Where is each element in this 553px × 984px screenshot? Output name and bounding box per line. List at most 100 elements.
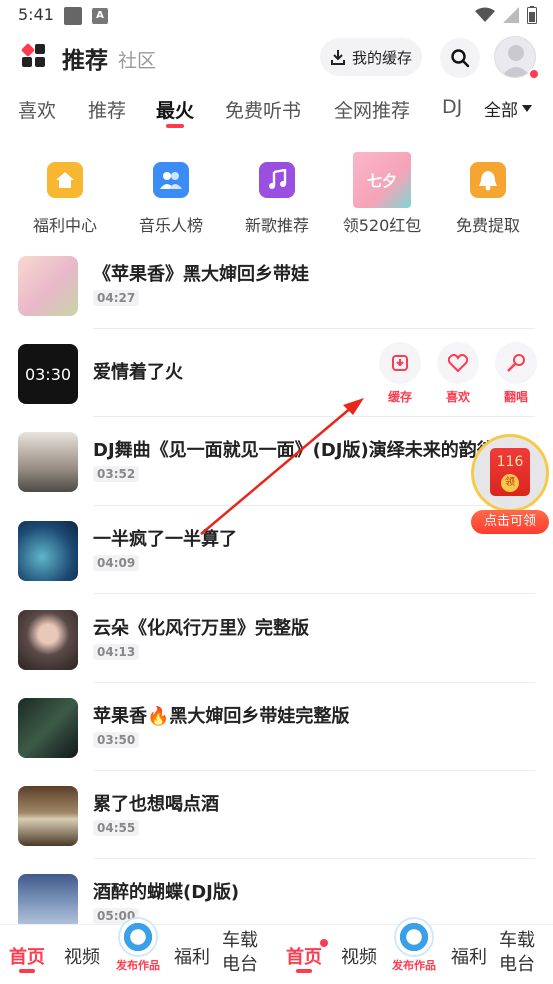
people-icon [153,162,189,198]
caret-down-icon [522,104,532,112]
wifi-icon [475,7,495,22]
nav-car-radio[interactable]: 车载 电台 [222,929,258,977]
floating-red-packet[interactable]: 116 领 点击可领 [471,434,549,534]
tab-dj[interactable]: DJ [442,96,462,118]
divider [93,416,535,417]
song-title: 苹果香🔥黑大婶回乡带娃完整版 [93,706,350,727]
download-icon [330,50,345,65]
nav-home-indicator [19,969,35,973]
song-cover [18,432,78,492]
red-packet-icon: 116 领 [490,448,530,496]
nav-car-radio[interactable]: 车载 电台 [499,929,535,977]
app-logo-icon[interactable] [20,42,46,68]
song-actions: 缓存 喜欢 翻唱 [378,342,548,412]
nav-video[interactable]: 视频 [341,943,377,969]
shortcut-520-red-packet[interactable]: 七夕 领520红包 [332,148,432,236]
song-cover [18,698,78,758]
cache-button[interactable]: 缓存 [378,342,422,405]
tab-recommend[interactable]: 推荐 [88,96,126,123]
qixi-banner: 七夕 [353,152,411,208]
song-cover [18,521,78,581]
shortcut-musician-chart[interactable]: 音乐人榜 [121,148,221,236]
my-cache-button[interactable]: 我的缓存 [320,38,422,76]
nav-home-dot [320,939,328,947]
song-duration: 04:13 [93,644,140,660]
song-title: 酒醉的蝴蝶(DJ版) [93,882,240,903]
cover-sing-label: 翻唱 [503,390,528,404]
song-title: 《苹果香》黑大婶回乡带娃 [93,264,309,285]
nav-home[interactable]: 首页 [9,943,45,969]
divider [93,505,535,506]
music-note-icon [259,162,295,198]
search-button[interactable] [440,38,480,78]
tab-favorite[interactable]: 喜欢 [18,96,56,123]
microphone-icon [495,342,537,384]
tab-free-audiobooks[interactable]: 免费听书 [225,96,301,123]
cover-sing-button[interactable]: 翻唱 [494,342,538,405]
divider [93,770,535,771]
nav-welfare[interactable]: 福利 [174,943,210,969]
divider [93,593,535,594]
red-packet-count: 116 [496,454,524,470]
all-categories-button[interactable]: 全部 [484,96,532,121]
all-categories-label: 全部 [484,101,518,121]
header-tab-community[interactable]: 社区 [118,46,156,73]
nav-video[interactable]: 视频 [64,943,100,969]
bottom-navigation: 首页 视频 发布作品 福利 车载 电台 首页 视频 发布作品 福利 车载 电台 [0,917,553,984]
song-duration: 03:50 [93,732,140,748]
status-bar: 5:41 A [0,0,553,32]
claim-pill[interactable]: 点击可领 [471,510,549,534]
list-item[interactable]: 云朵《化风行万里》完整版 04:13 [0,602,553,690]
app-screen: 5:41 A 推荐 社区 我的缓存 喜欢 推荐 最火 免费听书 全网推荐 DJ … [0,0,553,984]
list-item[interactable]: 苹果香🔥黑大婶回乡带娃完整版 03:50 [0,690,553,778]
battery-icon [527,6,537,24]
header-title-recommend[interactable]: 推荐 [62,41,108,75]
status-time: 5:41 [18,5,54,24]
divider [93,328,535,329]
nav-publish-label: 发布作品 [392,959,436,972]
song-cover [18,610,78,670]
nav-car-label: 车载 [499,930,535,951]
shortcut-welfare-center[interactable]: 福利中心 [15,148,115,236]
song-duration: 04:09 [93,555,140,571]
search-icon [451,49,470,68]
song-title: 爱情着了火 [93,362,183,383]
nav-publish[interactable]: 发布作品 [384,917,444,973]
shortcut-free-extract[interactable]: 免费提取 [438,148,538,236]
shortcut-new-songs[interactable]: 新歌推荐 [227,148,327,236]
nav-welfare[interactable]: 福利 [451,943,487,969]
home-icon [47,162,83,198]
nav-radio-label: 电台 [222,954,258,975]
tab-hottest[interactable]: 最火 [156,96,194,123]
notification-icon [64,7,82,25]
like-button[interactable]: 喜欢 [436,342,480,405]
shortcut-label: 福利中心 [32,216,97,235]
divider [93,858,535,859]
nav-home-indicator [296,969,312,973]
nav-home[interactable]: 首页 [286,943,322,969]
song-title: DJ舞曲《见一面就见一面》(DJ版)演绎未来的韵律 [93,440,495,461]
red-packet-coin: 领 [501,474,519,492]
app-notification-icon: A [92,8,108,24]
download-box-icon [379,342,421,384]
list-item[interactable]: 累了也想喝点酒 04:55 [0,778,553,866]
shortcut-label: 音乐人榜 [138,216,203,235]
shortcut-label: 领520红包 [342,216,422,235]
song-title: 累了也想喝点酒 [93,794,219,815]
nav-publish[interactable]: 发布作品 [108,917,168,973]
song-cover: 03:30 [18,344,78,404]
nav-car-label: 车载 [222,930,258,951]
signal-icon [503,7,519,23]
nav-radio-label: 电台 [499,954,535,975]
cache-label: 缓存 [387,390,412,404]
cover-text: 03:30 [24,364,72,384]
song-duration: 03:52 [93,466,140,482]
shortcut-label: 免费提取 [455,216,520,235]
tab-network-recommend[interactable]: 全网推荐 [334,96,410,123]
top-header: 推荐 社区 我的缓存 [0,32,553,82]
list-item[interactable]: 《苹果香》黑大婶回乡带娃 04:27 [0,248,553,336]
lifebuoy-icon [394,917,434,957]
song-duration: 04:55 [93,820,140,836]
song-title: 云朵《化风行万里》完整版 [93,618,309,639]
active-tab-indicator [166,124,184,128]
